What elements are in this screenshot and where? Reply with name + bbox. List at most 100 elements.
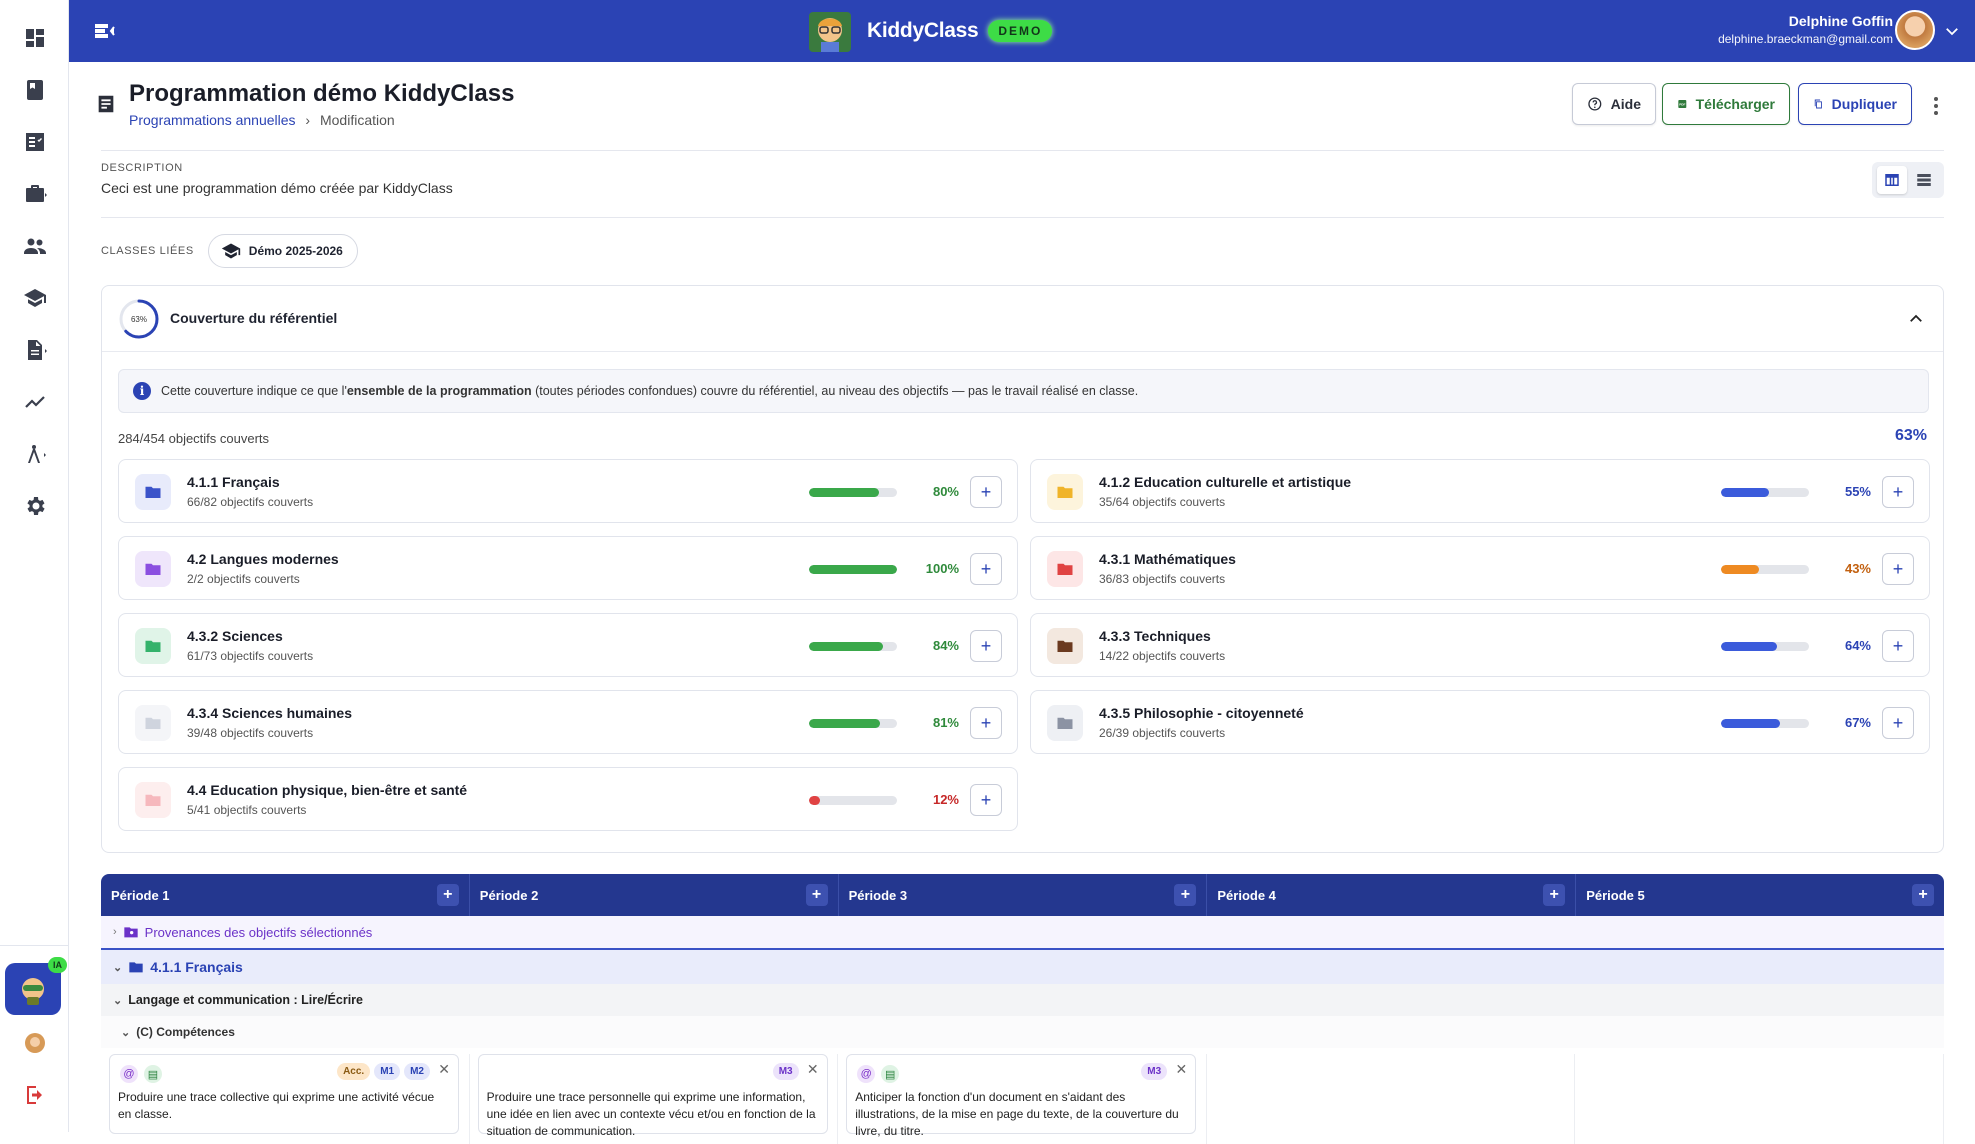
duplicate-button[interactable]: Dupliquer [1798, 83, 1912, 125]
domain-name: 4.3.2 Sciences [187, 628, 283, 644]
add-objective-button[interactable]: + [970, 476, 1002, 508]
period-column: @ ▤ Acc. M1 M2 ✕ Produire une trace collective… [101, 1054, 470, 1144]
folder-icon [1047, 551, 1083, 587]
settings-gear-icon[interactable] [0, 486, 69, 526]
briefcase-icon[interactable] [0, 174, 69, 214]
download-button[interactable]: PDF Télécharger [1662, 83, 1790, 125]
domain-card[interactable]: 4.1.1 Français 66/82 objectifs couverts 80… [118, 459, 1018, 523]
competences-row[interactable]: ⌄ (C) Compétences [101, 1016, 1944, 1048]
domain-card[interactable]: 4.4 Education physique, bien-être et san… [118, 767, 1018, 831]
domain-name: 4.4 Education physique, bien-être et san… [187, 782, 468, 798]
objective-card[interactable]: @ ▤ M3 ✕ Anticiper la fonction d'un document… [846, 1054, 1197, 1138]
close-icon[interactable]: ✕ [807, 1061, 819, 1078]
chevron-down-icon[interactable] [1943, 22, 1961, 40]
chevron-up-icon[interactable] [1907, 310, 1925, 328]
level-tag: Acc. [337, 1063, 371, 1080]
breadcrumb-link[interactable]: Programmations annuelles [129, 112, 296, 128]
people-icon[interactable] [0, 226, 69, 266]
domain-progress-fill [1721, 565, 1759, 574]
chevron-down-icon: ⌄ [121, 1026, 131, 1039]
objective-tags: Acc. M1 M2 [337, 1063, 430, 1080]
add-objective-button[interactable]: + [970, 707, 1002, 739]
list-view-button[interactable] [1909, 166, 1939, 194]
graduation-cap-icon[interactable] [0, 278, 69, 318]
domain-progress [809, 642, 897, 651]
add-objective-button[interactable]: + [1882, 630, 1914, 662]
add-objective-button[interactable]: + [1882, 707, 1914, 739]
domain-card[interactable]: 4.3.4 Sciences humaines 39/48 objectifs c… [118, 690, 1018, 754]
period-column-header: Période 2 + [470, 874, 839, 916]
add-objective-button[interactable]: + [970, 784, 1002, 816]
period-label: Période 2 [479, 887, 539, 903]
domain-progress [1721, 642, 1809, 651]
trending-icon[interactable] [0, 382, 69, 422]
kiddyclass-logo-icon [809, 12, 851, 52]
domain-progress-fill [809, 642, 883, 651]
domain-card[interactable]: 4.2 Langues modernes 2/2 objectifs couver… [118, 536, 1018, 600]
domain-progress-fill [809, 796, 820, 805]
domain-name: 4.3.3 Techniques [1099, 628, 1211, 644]
domain-card[interactable]: 4.3.2 Sciences 61/73 objectifs couverts 84… [118, 613, 1018, 677]
note-icon: ▤ [881, 1065, 900, 1083]
close-icon[interactable]: ✕ [1175, 1061, 1187, 1078]
add-period-item-button[interactable]: + [436, 884, 459, 906]
domain-row[interactable]: ⌄ 4.1.1 Français [101, 950, 1944, 984]
brand[interactable]: KiddyClass DEMO [803, 6, 1053, 56]
ai-assistant-button[interactable]: IA [5, 957, 67, 1015]
add-objective-button[interactable]: + [1882, 476, 1914, 508]
menu-collapse-icon[interactable] [93, 19, 117, 43]
domain-card[interactable]: 4.3.5 Philosophie - citoyenneté 26/39 obj… [1030, 690, 1930, 754]
divider [101, 150, 1944, 151]
subdomain-row[interactable]: ⌄ Langage et communication : Lire/Écrire [101, 984, 1944, 1016]
domain-count: 61/73 objectifs couverts [187, 649, 314, 663]
note-icon: ▤ [144, 1065, 162, 1083]
user-info[interactable]: Delphine Goffin delphine.braeckman@gmail… [1718, 13, 1893, 46]
chevron-down-icon: ⌄ [113, 961, 123, 974]
compass-tool-icon[interactable] [0, 434, 69, 474]
period-column-header: Période 3 + [839, 874, 1208, 916]
domain-percent: 84% [932, 638, 959, 653]
add-objective-button[interactable]: + [970, 553, 1002, 585]
logout-icon[interactable] [0, 1075, 69, 1115]
coverage-header[interactable]: 63% Couverture du référentiel [102, 286, 1943, 352]
avatar[interactable] [1895, 10, 1935, 50]
domain-percent: 100% [925, 561, 959, 576]
profile-avatar-icon[interactable] [0, 1023, 69, 1063]
domain-name: 4.3.4 Sciences humaines [187, 705, 352, 721]
coverage-info-text: Cette couverture indique ce que l'ensemb… [161, 384, 1138, 398]
add-period-item-button[interactable]: + [1543, 884, 1566, 906]
objective-card[interactable]: @ ▤ Acc. M1 M2 ✕ Produire une trace collective… [109, 1054, 459, 1134]
domain-name: 4.1.2 Education culturelle et artistique [1099, 474, 1352, 490]
domain-progress [1721, 719, 1809, 728]
spiral-icon: @ [857, 1065, 876, 1083]
class-chip[interactable]: Démo 2025-2026 [207, 234, 358, 268]
domain-card[interactable]: 4.1.2 Education culturelle et artistique… [1030, 459, 1930, 523]
add-objective-button[interactable]: + [970, 630, 1002, 662]
add-period-item-button[interactable]: + [805, 884, 828, 906]
checklist-icon[interactable] [0, 122, 69, 162]
domain-progress-fill [1721, 642, 1778, 651]
document-icon[interactable] [0, 330, 69, 370]
more-options-icon[interactable] [1933, 96, 1939, 116]
folder-icon [135, 782, 171, 818]
add-period-item-button[interactable]: + [1174, 884, 1197, 906]
objective-card[interactable]: M3 ✕ Produire une trace personnelle qui ex… [477, 1054, 828, 1138]
pdf-icon: PDF [1678, 100, 1687, 108]
breadcrumb-separator: › [305, 112, 311, 128]
provenances-row[interactable]: › Provenances des objectifs sélectionnés [101, 916, 1944, 950]
close-icon[interactable]: ✕ [438, 1061, 450, 1078]
help-button[interactable]: Aide [1572, 83, 1656, 125]
programmation-doc-icon [98, 95, 114, 113]
page-header: Programmation démo KiddyClass Programmat… [69, 62, 1975, 150]
add-objective-button[interactable]: + [1882, 553, 1914, 585]
table-view-button[interactable] [1877, 166, 1907, 194]
domain-card[interactable]: 4.3.3 Techniques 14/22 objectifs couverts… [1030, 613, 1930, 677]
objective-text: Anticiper la fonction d'un document en s… [855, 1090, 1179, 1138]
periods-grid: Période 1 + Période 2 + Période 3 + Période 4 +… [101, 874, 1944, 1144]
coverage-ring-label: 63% [131, 315, 147, 324]
add-period-item-button[interactable]: + [1911, 884, 1934, 906]
dashboard-icon[interactable] [0, 18, 69, 58]
book-icon[interactable] [0, 70, 69, 110]
class-chip-label: Démo 2025-2026 [248, 244, 343, 258]
domain-card[interactable]: 4.3.1 Mathématiques 36/83 objectifs couve… [1030, 536, 1930, 600]
